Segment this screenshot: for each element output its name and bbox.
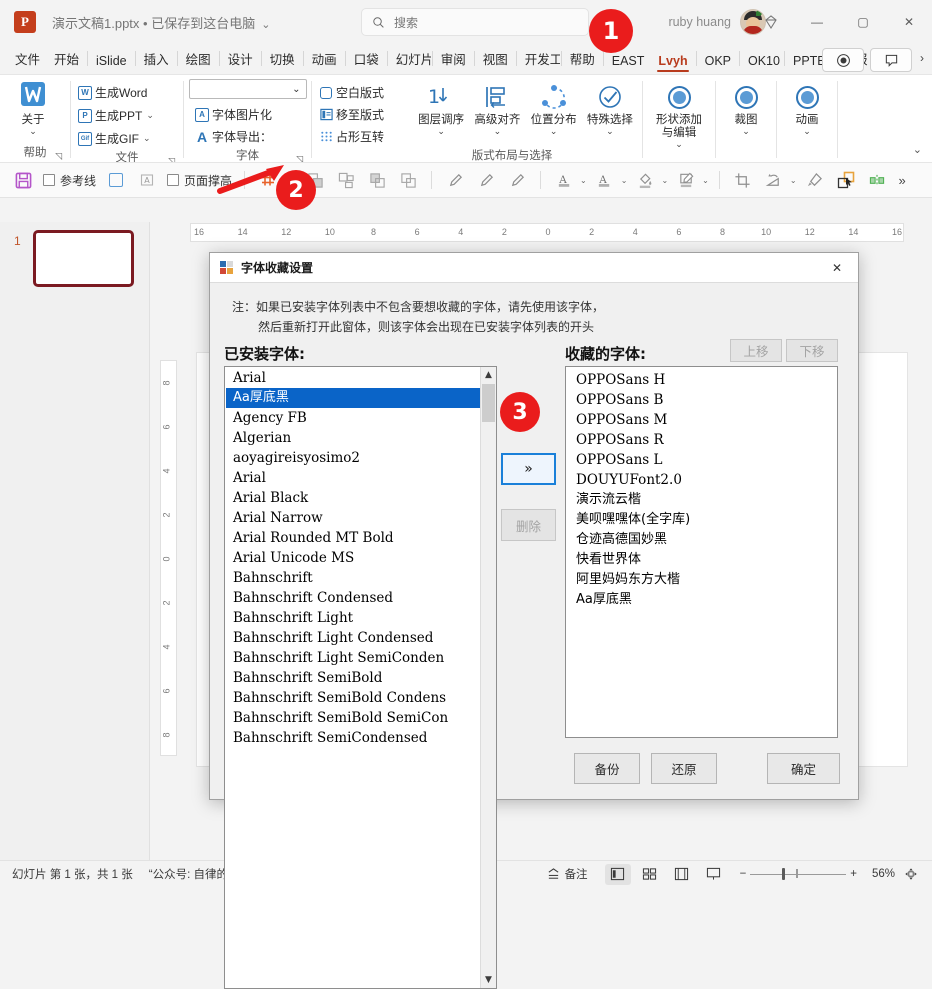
installed-fonts-heading: 已安装字体:: [224, 345, 305, 363]
scroll-up-icon[interactable]: ▲: [481, 367, 496, 383]
favorite-font-item[interactable]: OPPOSans L: [569, 450, 837, 470]
favorite-fonts-heading: 收藏的字体:: [565, 345, 646, 363]
scroll-down-icon[interactable]: ▼: [481, 972, 496, 988]
annotation-badge-2: 2: [276, 170, 316, 210]
installed-font-item[interactable]: Arial Unicode MS: [226, 548, 480, 568]
backup-button[interactable]: 备份: [574, 753, 640, 784]
dialog-title-bar: 字体收藏设置 ✕: [210, 253, 858, 283]
installed-font-item[interactable]: Bahnschrift SemiBold SemiCon: [226, 708, 480, 728]
font-favorites-dialog: 字体收藏设置 ✕ 注：如果已安装字体列表中不包含要想收藏的字体，请先使用该字体，…: [209, 252, 859, 989]
installed-font-item[interactable]: aoyagireisyosimo2: [226, 448, 480, 468]
installed-font-item[interactable]: Algerian: [226, 428, 480, 448]
ok-button[interactable]: 确定: [767, 753, 840, 784]
favorite-font-item[interactable]: OPPOSans R: [569, 430, 837, 450]
installed-font-item[interactable]: Bahnschrift SemiBold: [226, 668, 480, 688]
favorite-font-item[interactable]: 快看世界体: [569, 550, 837, 570]
installed-font-item[interactable]: Arial Narrow: [226, 508, 480, 528]
dialog-title: 字体收藏设置: [241, 261, 314, 275]
move-down-button[interactable]: 下移: [786, 339, 838, 362]
favorite-font-item[interactable]: DOUYUFont2.0: [569, 470, 837, 490]
dialog-close-button[interactable]: ✕: [816, 253, 858, 283]
dialog-overlay: 字体收藏设置 ✕ 注：如果已安装字体列表中不包含要想收藏的字体，请先使用该字体，…: [0, 0, 932, 989]
dialog-note-line1: 注：如果已安装字体列表中不包含要想收藏的字体，请先使用该字体，: [232, 300, 605, 314]
installed-fonts-listbox[interactable]: Arial Aa厚底黑 Agency FB Algerian aoyagireisyos…: [224, 366, 497, 989]
installed-font-item[interactable]: Bahnschrift Light SemiConden: [226, 648, 480, 668]
restore-button[interactable]: 还原: [651, 753, 717, 784]
favorite-fonts-listbox[interactable]: OPPOSans H OPPOSans B OPPOSans M OPPOSans R…: [565, 366, 838, 738]
installed-font-item[interactable]: Arial: [226, 368, 480, 388]
move-up-button[interactable]: 上移: [730, 339, 782, 362]
favorite-font-item[interactable]: OPPOSans M: [569, 410, 837, 430]
dialog-note: 注：如果已安装字体列表中不包含要想收藏的字体，请先使用该字体， 然后重新打开此窗…: [210, 283, 858, 341]
installed-font-item[interactable]: Arial Rounded MT Bold: [226, 528, 480, 548]
installed-font-item[interactable]: Bahnschrift SemiBold Condens: [226, 688, 480, 708]
annotation-badge-3: 3: [500, 392, 540, 432]
installed-font-item[interactable]: Agency FB: [226, 408, 480, 428]
installed-font-item[interactable]: Aa厚底黑: [226, 388, 480, 408]
favorite-font-item[interactable]: 阿里妈妈东方大楷: [569, 570, 837, 590]
installed-font-item[interactable]: Arial Black: [226, 488, 480, 508]
settings-window-icon: [220, 260, 234, 275]
delete-favorite-button[interactable]: 删除: [501, 509, 556, 541]
installed-font-item[interactable]: Bahnschrift Condensed: [226, 588, 480, 608]
dialog-note-line2: 然后重新打开此窗体，则该字体会出现在已安装字体列表的开头: [258, 320, 595, 334]
installed-font-item[interactable]: Bahnschrift Light Condensed: [226, 628, 480, 648]
annotation-badge-1: 1: [589, 9, 633, 53]
favorite-font-item[interactable]: 美呗嘿嘿体(全字库): [569, 510, 837, 530]
installed-fonts-scrollbar[interactable]: ▲ ▼: [480, 367, 496, 988]
favorite-font-item[interactable]: 演示流云楷: [569, 490, 837, 510]
add-to-favorites-button[interactable]: »: [501, 453, 556, 485]
installed-font-item[interactable]: Bahnschrift Light: [226, 608, 480, 628]
favorite-font-item[interactable]: Aa厚底黑: [569, 590, 837, 610]
installed-font-item[interactable]: Arial: [226, 468, 480, 488]
installed-font-item[interactable]: Bahnschrift: [226, 568, 480, 588]
installed-font-item[interactable]: Bahnschrift SemiCondensed: [226, 728, 480, 748]
favorite-font-item[interactable]: OPPOSans H: [569, 370, 837, 390]
favorite-font-item[interactable]: 仓迹高德国妙黑: [569, 530, 837, 550]
scroll-thumb[interactable]: [482, 384, 495, 422]
favorite-font-item[interactable]: OPPOSans B: [569, 390, 837, 410]
